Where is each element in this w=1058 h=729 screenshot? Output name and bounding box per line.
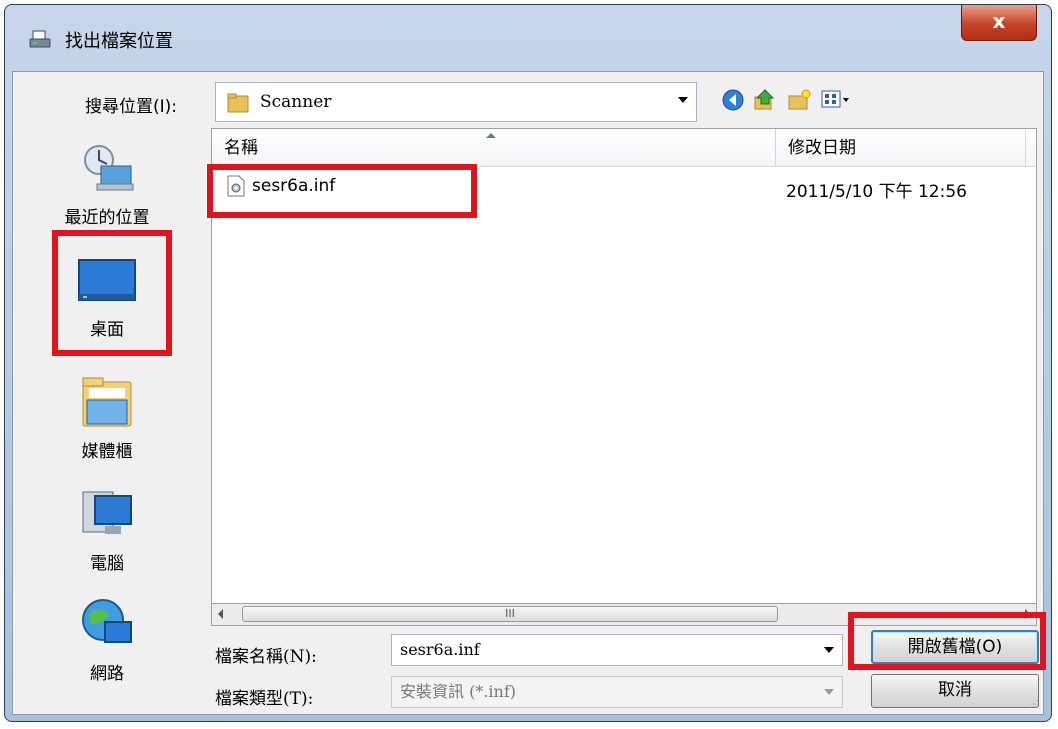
folder-icon [227, 93, 249, 113]
place-label: 最近的位置 [64, 208, 150, 228]
table-row[interactable]: sesr6a.inf [226, 175, 335, 197]
up-folder-icon[interactable] [753, 88, 777, 112]
horizontal-scrollbar[interactable]: III [211, 604, 1037, 626]
place-label: 電腦 [90, 554, 124, 574]
filename-input[interactable]: sesr6a.inf [391, 634, 843, 666]
column-header-type[interactable] [1026, 129, 1036, 167]
chevron-down-icon [824, 689, 834, 695]
recent-places-icon [84, 145, 134, 191]
file-name: sesr6a.inf [252, 176, 336, 196]
place-label: 媒體櫃 [81, 442, 133, 462]
look-in-value: Scanner [260, 92, 332, 112]
filetype-label: 檔案類型(T): [215, 689, 314, 709]
resize-grip-icon[interactable]: ⋰ [1029, 699, 1039, 710]
place-libraries[interactable]: 媒體櫃 [17, 372, 197, 462]
sort-ascending-icon [486, 133, 496, 138]
computer-icon [82, 491, 132, 534]
desktop-icon [78, 259, 136, 301]
open-button[interactable]: 開啟舊檔(O) [871, 630, 1039, 664]
chevron-down-icon[interactable] [678, 97, 688, 103]
window-title: 找出檔案位置 [65, 31, 173, 52]
place-desktop[interactable]: 桌面 [17, 258, 197, 340]
place-computer[interactable]: 電腦 [17, 486, 197, 574]
column-header-modified[interactable]: 修改日期 [776, 129, 1026, 167]
cancel-button[interactable]: 取消 [871, 674, 1039, 708]
look-in-combo[interactable]: Scanner [215, 82, 697, 122]
filename-label: 檔案名稱(N): [215, 647, 317, 667]
scroll-thumb[interactable]: III [242, 606, 778, 622]
filetype-select: 安裝資訊 (*.inf) [391, 676, 843, 708]
scroll-left-icon[interactable] [218, 609, 223, 619]
scroll-right-icon[interactable] [1025, 609, 1030, 619]
place-network[interactable]: 網路 [17, 596, 197, 684]
libraries-icon [82, 377, 132, 427]
column-header-name[interactable]: 名稱 [212, 129, 776, 167]
file-modified: 2011/5/10 下午 12:56 [786, 182, 967, 202]
scanner-icon [29, 30, 51, 48]
place-recent[interactable]: 最近的位置 [17, 140, 197, 228]
network-icon [82, 599, 132, 643]
title-bar[interactable]: 找出檔案位置 x [5, 5, 1051, 73]
back-icon[interactable] [721, 88, 745, 112]
place-label: 桌面 [90, 320, 124, 340]
chevron-down-icon[interactable] [824, 647, 834, 653]
dialog-body: 搜尋位置(I): Scanner 最近的位置 桌面 媒體櫃 電腦 網路 名稱 修… [12, 71, 1044, 715]
places-bar: 最近的位置 桌面 媒體櫃 電腦 網路 [17, 128, 209, 708]
view-menu-icon[interactable] [821, 88, 851, 112]
file-list[interactable]: 名稱 修改日期 sesr6a.inf 2011/5/10 下午 12:56 [211, 128, 1037, 604]
place-label: 網路 [90, 664, 124, 684]
file-dialog-window: 找出檔案位置 x 搜尋位置(I): Scanner 最近的位置 桌面 媒體櫃 電… [4, 4, 1052, 722]
new-folder-icon[interactable] [787, 88, 811, 112]
look-in-label: 搜尋位置(I): [85, 97, 178, 117]
close-button[interactable]: x [961, 5, 1037, 41]
inf-file-icon [227, 175, 245, 197]
